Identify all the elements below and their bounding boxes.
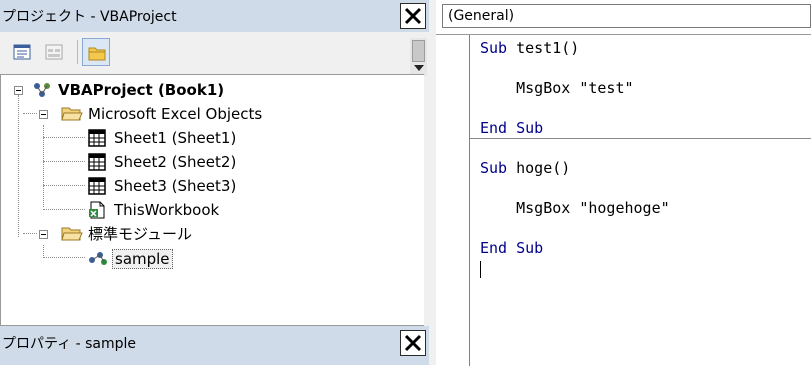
worksheet-icon xyxy=(88,129,106,147)
tree-node-thisworkbook[interactable]: ThisWorkbook xyxy=(1,199,421,221)
code-keyword: Sub xyxy=(480,39,508,57)
tree-node-standard-modules[interactable]: 標準モジュール xyxy=(1,223,421,245)
code-line-5[interactable]: MsgBox "hogehoge" xyxy=(480,198,670,218)
view-code-icon xyxy=(13,44,31,60)
code-keyword: Sub xyxy=(480,159,508,177)
tree-scrollbar[interactable] xyxy=(410,38,427,76)
close-icon xyxy=(404,334,422,352)
procedure-separator xyxy=(470,138,811,139)
project-tree: VBAProject (Book1) Microsoft Excel Objec… xyxy=(0,74,424,326)
tree-label-thisworkbook: ThisWorkbook xyxy=(114,201,220,219)
scroll-down-arrow-icon[interactable] xyxy=(414,65,424,71)
code-keyword: End Sub xyxy=(480,119,544,137)
worksheet-icon xyxy=(88,153,106,171)
tree-label-module-sample: sample xyxy=(112,249,173,269)
tree-label-excel-objects: Microsoft Excel Objects xyxy=(88,105,263,123)
code-text: MsgBox "test" xyxy=(480,79,634,97)
code-text: hoge() xyxy=(507,159,571,177)
project-explorer-titlebar[interactable]: プロジェクト - VBAProject xyxy=(0,0,429,32)
code-text: test1() xyxy=(507,39,580,57)
tree-node-module-sample[interactable]: sample xyxy=(1,247,421,269)
code-editor[interactable]: Sub test1() MsgBox "test" End Sub Sub ho… xyxy=(436,34,811,366)
object-dropdown[interactable]: (General) xyxy=(442,4,811,28)
tree-node-sheet2[interactable]: Sheet2 (Sheet2) xyxy=(1,151,421,173)
pane-splitter[interactable] xyxy=(429,0,436,365)
properties-title: プロパティ - sample xyxy=(2,336,137,352)
toggle-folders-button[interactable] xyxy=(82,38,110,66)
tree-label-sheet1: Sheet1 (Sheet1) xyxy=(114,129,237,147)
properties-titlebar[interactable]: プロパティ - sample xyxy=(0,326,429,365)
text-caret xyxy=(480,261,481,278)
view-object-icon xyxy=(45,44,63,60)
collapse-toggle[interactable] xyxy=(14,86,23,95)
view-object-button[interactable] xyxy=(40,38,68,66)
toolbar-separator xyxy=(77,40,78,64)
view-code-button[interactable] xyxy=(8,38,36,66)
folder-open-icon xyxy=(61,227,83,241)
tree-label-sheet2: Sheet2 (Sheet2) xyxy=(114,153,237,171)
folder-open-icon xyxy=(61,107,83,121)
properties-close-button[interactable] xyxy=(400,330,426,356)
code-line-1[interactable]: Sub test1() xyxy=(480,38,579,58)
code-line-3[interactable]: End Sub xyxy=(480,118,543,138)
worksheet-icon xyxy=(88,177,106,195)
vba-project-icon xyxy=(34,83,50,97)
code-line-2[interactable]: MsgBox "test" xyxy=(480,78,634,98)
code-window: (General) Sub test1() MsgBox "test" End … xyxy=(436,0,811,366)
tree-node-sheet3[interactable]: Sheet3 (Sheet3) xyxy=(1,175,421,197)
tree-node-project[interactable]: VBAProject (Book1) xyxy=(1,79,421,101)
code-line-4[interactable]: Sub hoge() xyxy=(480,158,570,178)
workbook-icon xyxy=(89,201,105,219)
scrollbar-thumb[interactable] xyxy=(412,40,425,62)
tree-node-sheet1[interactable]: Sheet1 (Sheet1) xyxy=(1,127,421,149)
code-keyword: End Sub xyxy=(480,239,544,257)
module-icon xyxy=(89,252,107,265)
close-icon xyxy=(404,7,422,25)
code-line-6[interactable]: End Sub xyxy=(480,238,543,258)
project-explorer-title: プロジェクト - VBAProject xyxy=(2,9,177,25)
project-explorer-toolbar xyxy=(0,32,429,76)
tree-node-excel-objects[interactable]: Microsoft Excel Objects xyxy=(1,103,421,125)
tree-label-sheet3: Sheet3 (Sheet3) xyxy=(114,177,237,195)
collapse-toggle[interactable] xyxy=(39,230,48,239)
folder-icon xyxy=(88,47,106,61)
code-margin xyxy=(469,35,470,366)
tree-label-standard-modules: 標準モジュール xyxy=(88,225,192,243)
project-explorer-close-button[interactable] xyxy=(400,3,426,29)
tree-label-project: VBAProject (Book1) xyxy=(58,81,225,99)
collapse-toggle[interactable] xyxy=(39,110,48,119)
project-explorer-pane: プロジェクト - VBAProject VBAProject (Book1) M… xyxy=(0,0,429,365)
code-text: MsgBox "hogehoge" xyxy=(480,199,670,217)
